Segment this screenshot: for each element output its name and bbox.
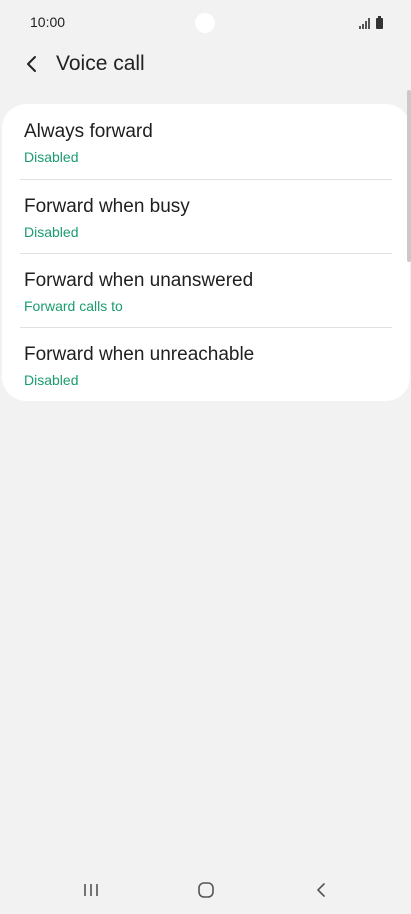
scrollbar[interactable] (407, 90, 411, 262)
list-item-forward-when-unreachable[interactable]: Forward when unreachable Disabled (20, 327, 392, 401)
item-status: Disabled (24, 372, 79, 388)
item-title: Forward when busy (24, 196, 190, 217)
home-icon (198, 882, 214, 898)
signal-icon (359, 18, 370, 29)
camera-cutout (195, 13, 215, 33)
item-title: Forward when unanswered (24, 270, 254, 291)
home-button[interactable] (186, 876, 226, 904)
item-title: Always forward (24, 121, 153, 142)
item-status: Forward calls to (24, 298, 123, 314)
battery-icon (376, 16, 383, 29)
list-item-forward-when-unanswered[interactable]: Forward when unanswered Forward calls to (20, 253, 392, 327)
app-bar: Voice call (0, 40, 411, 88)
item-status: Disabled (24, 224, 79, 240)
item-status: Disabled (24, 149, 79, 165)
item-title: Forward when unreachable (24, 344, 255, 365)
screen: 10:00 Voice call Always forward Disabled… (0, 0, 411, 914)
nav-back-button[interactable] (301, 876, 341, 904)
recents-icon (84, 884, 98, 896)
back-icon (317, 883, 325, 897)
navigation-bar (0, 866, 411, 914)
call-forwarding-list: Always forward Disabled Forward when bus… (2, 104, 410, 401)
status-icons (359, 15, 383, 29)
back-button[interactable] (16, 48, 48, 80)
page-title: Voice call (56, 52, 145, 75)
recents-button[interactable] (71, 876, 111, 904)
chevron-left-icon (27, 56, 36, 72)
status-time: 10:00 (30, 14, 66, 30)
list-item-always-forward[interactable]: Always forward Disabled (20, 105, 392, 179)
list-item-forward-when-busy[interactable]: Forward when busy Disabled (20, 179, 392, 253)
